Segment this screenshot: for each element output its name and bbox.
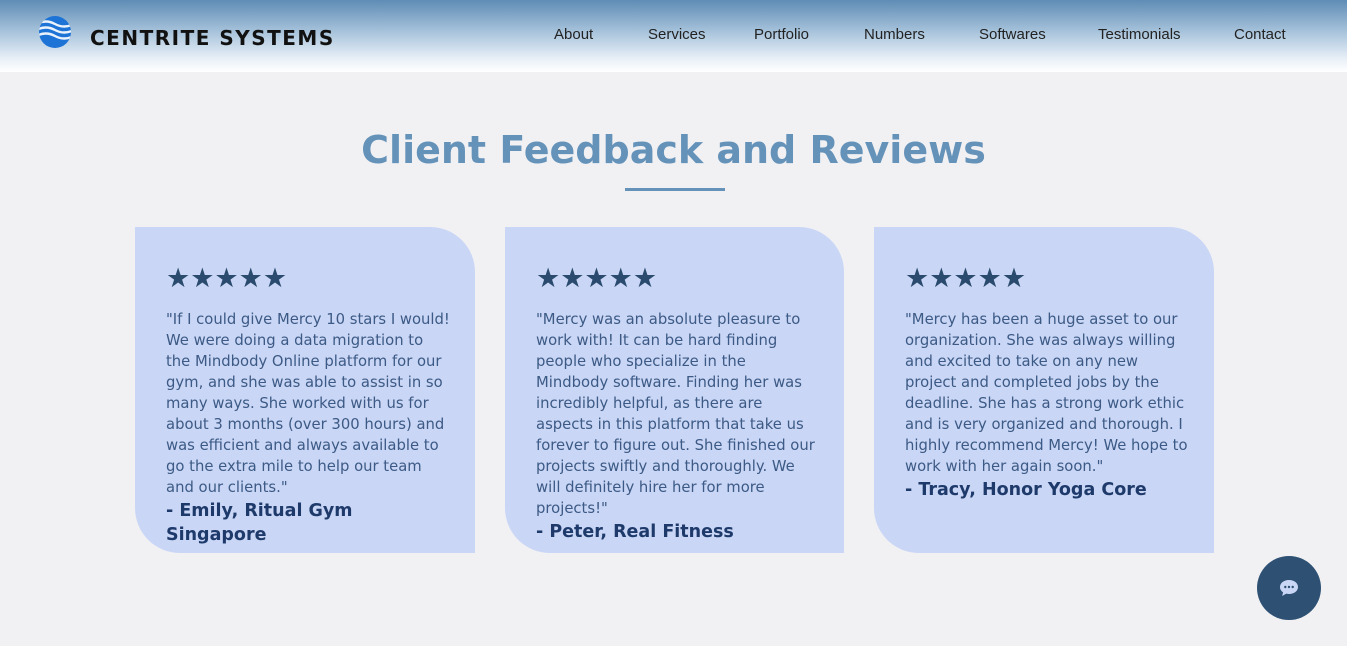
star-rating: ★★★★★ xyxy=(905,263,1027,294)
main-nav: About Services Portfolio Numbers Softwar… xyxy=(0,26,1347,46)
section-title: Client Feedback and Reviews xyxy=(361,128,986,172)
review-author: - Emily, Ritual Gym Singapore xyxy=(166,501,353,545)
review-card: ★★★★★ "Mercy was an absolute pleasure to… xyxy=(505,227,844,553)
nav-testimonials[interactable]: Testimonials xyxy=(1098,26,1181,43)
review-text-block: "Mercy was an absolute pleasure to work … xyxy=(536,309,821,544)
nav-softwares[interactable]: Softwares xyxy=(979,26,1046,43)
site-header: CENTRITE SYSTEMS About Services Portfoli… xyxy=(0,0,1347,72)
review-quote: "If I could give Mercy 10 stars I would!… xyxy=(166,311,450,496)
review-quote: "Mercy was an absolute pleasure to work … xyxy=(536,311,815,517)
chat-button[interactable] xyxy=(1257,556,1321,620)
nav-numbers[interactable]: Numbers xyxy=(864,26,925,43)
star-rating: ★★★★★ xyxy=(536,263,658,294)
star-rating: ★★★★★ xyxy=(166,263,288,294)
review-quote: "Mercy has been a huge asset to our orga… xyxy=(905,311,1188,475)
review-card: ★★★★★ "If I could give Mercy 10 stars I … xyxy=(135,227,475,553)
chat-bubble-icon xyxy=(1280,580,1298,596)
nav-services[interactable]: Services xyxy=(648,26,706,43)
nav-portfolio[interactable]: Portfolio xyxy=(754,26,809,43)
nav-about[interactable]: About xyxy=(554,26,593,43)
review-text-block: "Mercy has been a huge asset to our orga… xyxy=(905,309,1190,502)
nav-contact[interactable]: Contact xyxy=(1234,26,1286,43)
review-text-block: "If I could give Mercy 10 stars I would!… xyxy=(166,309,451,547)
review-card: ★★★★★ "Mercy has been a huge asset to ou… xyxy=(874,227,1214,553)
review-author: - Peter, Real Fitness xyxy=(536,522,734,542)
review-author: - Tracy, Honor Yoga Core xyxy=(905,480,1147,500)
title-divider xyxy=(625,188,725,191)
